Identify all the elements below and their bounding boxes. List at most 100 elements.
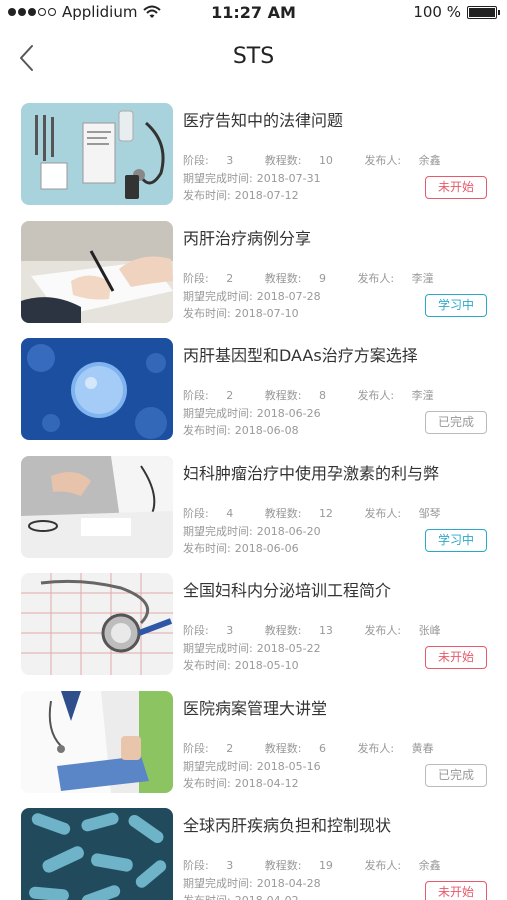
lessons-label: 教程数: bbox=[264, 859, 302, 872]
course-item[interactable]: 妇科肿瘤治疗中使用孕激素的利与弊 阶段: 4 教程数: 12 发布人: 邹琴 期… bbox=[0, 453, 507, 571]
course-title: 妇科肿瘤治疗中使用孕激素的利与弊 bbox=[183, 463, 440, 483]
publisher-label: 发布人: bbox=[364, 624, 402, 637]
course-title: 全国妇科内分泌培训工程简介 bbox=[183, 581, 392, 600]
published-label: 发布时间: bbox=[183, 424, 231, 437]
publisher-label: 发布人: bbox=[364, 154, 402, 167]
publisher-value: 邹琴 bbox=[418, 506, 441, 520]
expected-date: 2018-07-28 bbox=[256, 289, 321, 303]
expected-date: 2018-06-26 bbox=[256, 407, 321, 420]
stage-field: 阶段: 3 bbox=[183, 154, 247, 167]
publisher-field: 发布人: 余鑫 bbox=[364, 154, 454, 167]
stage-label: 阶段: bbox=[183, 741, 209, 755]
lessons-field: 教程数: 12 bbox=[265, 507, 347, 520]
publisher-field: 发布人: 黄春 bbox=[357, 742, 447, 755]
course-list: 医疗告知中的法律问题 阶段: 3 教程数: 10 发布人: 余鑫 期望完成时间:… bbox=[0, 100, 507, 900]
publisher-field: 发布人: 邹琴 bbox=[364, 507, 454, 520]
stage-field: 阶段: 2 bbox=[183, 742, 247, 755]
lessons-field: 教程数: 9 bbox=[265, 272, 340, 285]
status-bar: Applidium 11:27 AM 100 % bbox=[0, 0, 507, 26]
publisher-value: 黄春 bbox=[411, 741, 434, 755]
course-meta-row: 阶段: 3 教程数: 19 发布人: 余鑫 bbox=[183, 857, 469, 873]
course-thumbnail bbox=[21, 455, 173, 558]
published-date-row: 发布时间: 2018-04-02 bbox=[183, 892, 313, 900]
course-title: 医院病案管理大讲堂 bbox=[183, 698, 328, 718]
lessons-field: 教程数: 13 bbox=[265, 624, 347, 637]
publisher-field: 发布人: 张峰 bbox=[364, 624, 454, 637]
stage-value: 4 bbox=[226, 506, 234, 520]
lessons-field: 教程数: 10 bbox=[265, 154, 347, 167]
stage-field: 阶段: 2 bbox=[183, 389, 247, 402]
stage-field: 阶段: 4 bbox=[183, 507, 247, 520]
page-title: STS bbox=[232, 44, 275, 69]
publisher-value: 余鑫 bbox=[418, 154, 441, 167]
medical-tools-image bbox=[21, 103, 173, 205]
stethoscope-chart-image bbox=[21, 573, 173, 675]
status-badge[interactable]: 已完成 bbox=[425, 411, 487, 434]
status-badge[interactable]: 未开始 bbox=[425, 176, 487, 199]
course-thumbnail bbox=[21, 573, 173, 675]
stage-value: 2 bbox=[226, 271, 234, 285]
course-meta-row: 阶段: 3 教程数: 10 发布人: 余鑫 bbox=[183, 152, 469, 168]
course-meta-row: 阶段: 2 教程数: 6 发布人: 黄春 bbox=[183, 740, 462, 756]
published-date: 2018-07-12 bbox=[234, 189, 299, 202]
publisher-field: 发布人: 余鑫 bbox=[364, 859, 454, 872]
published-date: 2018-06-06 bbox=[234, 541, 299, 555]
published-date: 2018-05-10 bbox=[234, 659, 299, 672]
expected-label: 期望完成时间: bbox=[183, 172, 253, 185]
course-title: 全球丙肝疾病负担和控制现状 bbox=[183, 816, 392, 835]
doctor-consultation-image bbox=[21, 455, 173, 558]
course-item[interactable]: 医疗告知中的法律问题 阶段: 3 教程数: 10 发布人: 余鑫 期望完成时间:… bbox=[0, 100, 507, 218]
publisher-value: 余鑫 bbox=[418, 859, 441, 872]
published-label: 发布时间: bbox=[183, 306, 231, 320]
course-title: 医疗告知中的法律问题 bbox=[183, 111, 344, 130]
course-meta-row: 阶段: 2 教程数: 9 发布人: 李潼 bbox=[183, 270, 462, 286]
course-thumbnail bbox=[21, 808, 173, 900]
lessons-value: 9 bbox=[318, 271, 326, 285]
status-badge[interactable]: 学习中 bbox=[425, 293, 487, 317]
lessons-label: 教程数: bbox=[264, 624, 302, 637]
course-thumbnail bbox=[21, 103, 173, 205]
stage-label: 阶段: bbox=[183, 154, 209, 167]
status-badge[interactable]: 学习中 bbox=[425, 528, 487, 552]
lessons-value: 10 bbox=[318, 154, 333, 167]
expected-date-row: 期望完成时间: 2018-06-26 bbox=[183, 405, 335, 421]
course-item[interactable]: 丙肝基因型和DAAs治疗方案选择 阶段: 2 教程数: 8 发布人: 李潼 期望… bbox=[0, 335, 507, 453]
published-label: 发布时间: bbox=[183, 541, 231, 555]
published-date-row: 发布时间: 2018-05-10 bbox=[183, 657, 313, 673]
expected-date-row: 期望完成时间: 2018-07-31 bbox=[183, 170, 335, 186]
course-item[interactable]: 全球丙肝疾病负担和控制现状 阶段: 3 教程数: 19 发布人: 余鑫 期望完成… bbox=[0, 805, 507, 900]
expected-date-row: 期望完成时间: 2018-07-28 bbox=[183, 288, 335, 304]
expected-label: 期望完成时间: bbox=[183, 877, 253, 890]
published-date-row: 发布时间: 2018-07-10 bbox=[183, 305, 313, 321]
virus-cell-image bbox=[21, 338, 173, 440]
course-thumbnail bbox=[21, 690, 173, 793]
course-item[interactable]: 全国妇科内分泌培训工程简介 阶段: 3 教程数: 13 发布人: 张峰 期望完成… bbox=[0, 570, 507, 688]
expected-date: 2018-06-20 bbox=[256, 524, 321, 538]
course-title: 丙肝基因型和DAAs治疗方案选择 bbox=[183, 346, 418, 365]
status-badge[interactable]: 未开始 bbox=[425, 646, 487, 669]
expected-label: 期望完成时间: bbox=[183, 759, 253, 773]
expected-date: 2018-07-31 bbox=[256, 172, 321, 185]
publisher-field: 发布人: 李潼 bbox=[357, 389, 447, 402]
stage-label: 阶段: bbox=[183, 506, 209, 520]
expected-date-row: 期望完成时间: 2018-04-28 bbox=[183, 875, 335, 891]
expected-label: 期望完成时间: bbox=[183, 289, 253, 303]
stage-field: 阶段: 3 bbox=[183, 859, 247, 872]
lessons-value: 12 bbox=[318, 506, 333, 520]
bacteria-image bbox=[21, 808, 173, 900]
publisher-value: 张峰 bbox=[418, 624, 441, 637]
course-item[interactable]: 丙肝治疗病例分享 阶段: 2 教程数: 9 发布人: 李潼 期望完成时间: 201… bbox=[0, 218, 507, 336]
status-badge[interactable]: 已完成 bbox=[425, 763, 487, 787]
lessons-value: 13 bbox=[318, 624, 333, 637]
lessons-label: 教程数: bbox=[264, 741, 302, 755]
publisher-value: 李潼 bbox=[411, 271, 434, 285]
published-date: 2018-07-10 bbox=[234, 306, 299, 320]
battery-percent: 100 % bbox=[413, 3, 461, 21]
stage-value: 2 bbox=[226, 389, 234, 402]
doctor-clipboard-image bbox=[21, 690, 173, 793]
stage-value: 3 bbox=[226, 859, 234, 872]
course-item[interactable]: 医院病案管理大讲堂 阶段: 2 教程数: 6 发布人: 黄春 期望完成时间: 20… bbox=[0, 688, 507, 806]
status-badge[interactable]: 未开始 bbox=[425, 881, 487, 900]
publisher-field: 发布人: 李潼 bbox=[357, 272, 447, 285]
stage-field: 阶段: 3 bbox=[183, 624, 247, 637]
